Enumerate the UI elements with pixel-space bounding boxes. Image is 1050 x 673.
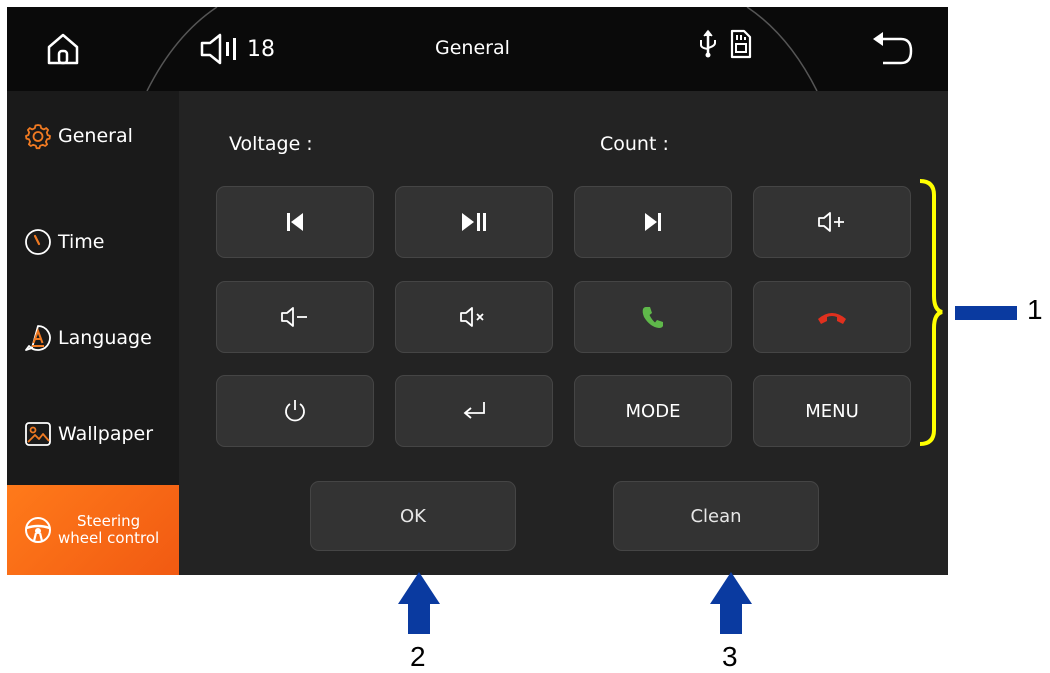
callout-number-3: 3: [722, 641, 738, 672]
arrow-callout-2: [398, 572, 440, 634]
callout-number-2: 2: [410, 641, 426, 672]
arrow-callout-3: [710, 572, 752, 634]
callout-annotations: [398, 179, 1017, 634]
callout-number-1: 1: [1027, 294, 1043, 325]
arrow-callout-1: [955, 306, 1017, 320]
bracket-callout: [919, 179, 943, 446]
